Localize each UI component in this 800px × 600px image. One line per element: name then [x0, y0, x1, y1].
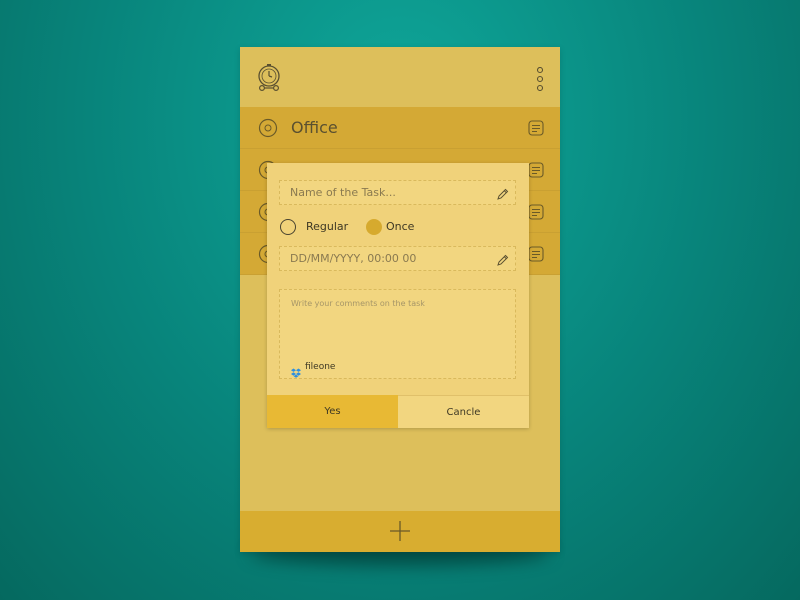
comments-area[interactable]: Write your comments on the task fileone	[279, 289, 516, 379]
once-radio[interactable]	[366, 219, 382, 235]
once-label: Once	[386, 220, 415, 233]
attachment-label: fileone	[305, 362, 336, 372]
new-task-dialog: Regular Once Write your comments on the …	[267, 163, 529, 428]
frequency-options: Regular Once	[280, 219, 517, 237]
list-item-label: Office	[291, 118, 338, 137]
note-icon[interactable]	[528, 204, 544, 220]
task-name-input[interactable]	[290, 181, 490, 204]
regular-radio[interactable]	[280, 219, 296, 235]
note-icon[interactable]	[528, 120, 544, 136]
regular-label: Regular	[306, 220, 349, 233]
note-icon[interactable]	[528, 162, 544, 178]
task-name-field	[279, 180, 516, 205]
top-bar	[240, 47, 560, 107]
circle-icon[interactable]	[258, 118, 278, 138]
plus-icon[interactable]	[390, 521, 410, 541]
cancel-button[interactable]: Cancle	[398, 395, 529, 428]
datetime-field	[279, 246, 516, 271]
datetime-input[interactable]	[290, 247, 490, 270]
pencil-icon[interactable]	[496, 186, 509, 200]
yes-button[interactable]: Yes	[267, 395, 398, 428]
note-icon[interactable]	[528, 246, 544, 262]
pencil-icon[interactable]	[496, 252, 509, 266]
bottom-bar	[240, 511, 560, 552]
list-item[interactable]: Office	[240, 107, 560, 149]
comments-placeholder: Write your comments on the task	[291, 299, 425, 308]
menu-icon[interactable]	[536, 66, 544, 92]
dropbox-icon	[291, 363, 301, 378]
clock-icon[interactable]	[256, 64, 282, 92]
